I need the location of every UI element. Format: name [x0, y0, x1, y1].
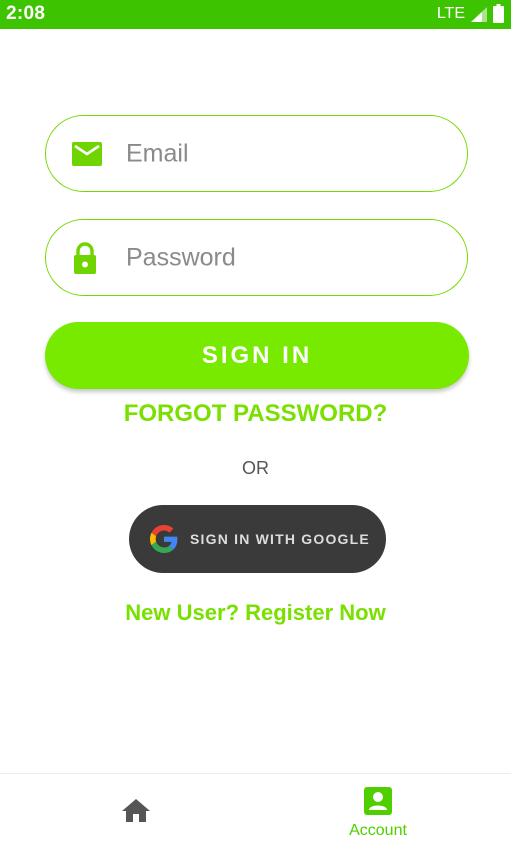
- mail-icon: [72, 141, 102, 166]
- google-sign-in-button[interactable]: SIGN IN WITH GOOGLE: [129, 505, 386, 573]
- email-field[interactable]: Email: [45, 115, 468, 192]
- status-time: 2:08: [6, 3, 46, 24]
- forgot-password-link[interactable]: FORGOT PASSWORD?: [0, 400, 511, 428]
- email-placeholder: Email: [126, 139, 189, 167]
- status-bar: 2:08 LTE: [0, 0, 511, 29]
- register-link[interactable]: New User? Register Now: [0, 600, 511, 626]
- google-sign-in-label: SIGN IN WITH GOOGLE: [190, 531, 370, 547]
- google-icon: [150, 525, 178, 553]
- account-icon: [364, 787, 392, 815]
- bottom-navigation: Account: [0, 773, 511, 845]
- home-icon: [122, 798, 150, 822]
- nav-item-account[interactable]: Account: [330, 774, 426, 845]
- network-type-label: LTE: [436, 4, 465, 22]
- status-indicators: LTE: [437, 4, 504, 23]
- battery-icon: [493, 4, 504, 23]
- or-divider-text: OR: [242, 458, 269, 478]
- login-screen: 2:08 LTE Email Password SIGN IN FORGOT P…: [0, 0, 511, 845]
- lock-icon: [72, 241, 98, 274]
- signal-icon: [471, 6, 489, 22]
- sign-in-label: SIGN IN: [201, 341, 313, 369]
- nav-item-home[interactable]: [104, 774, 168, 845]
- sign-in-button[interactable]: SIGN IN: [45, 322, 469, 389]
- password-field[interactable]: Password: [45, 219, 468, 296]
- password-placeholder: Password: [126, 243, 236, 271]
- nav-account-label: Account: [349, 822, 407, 839]
